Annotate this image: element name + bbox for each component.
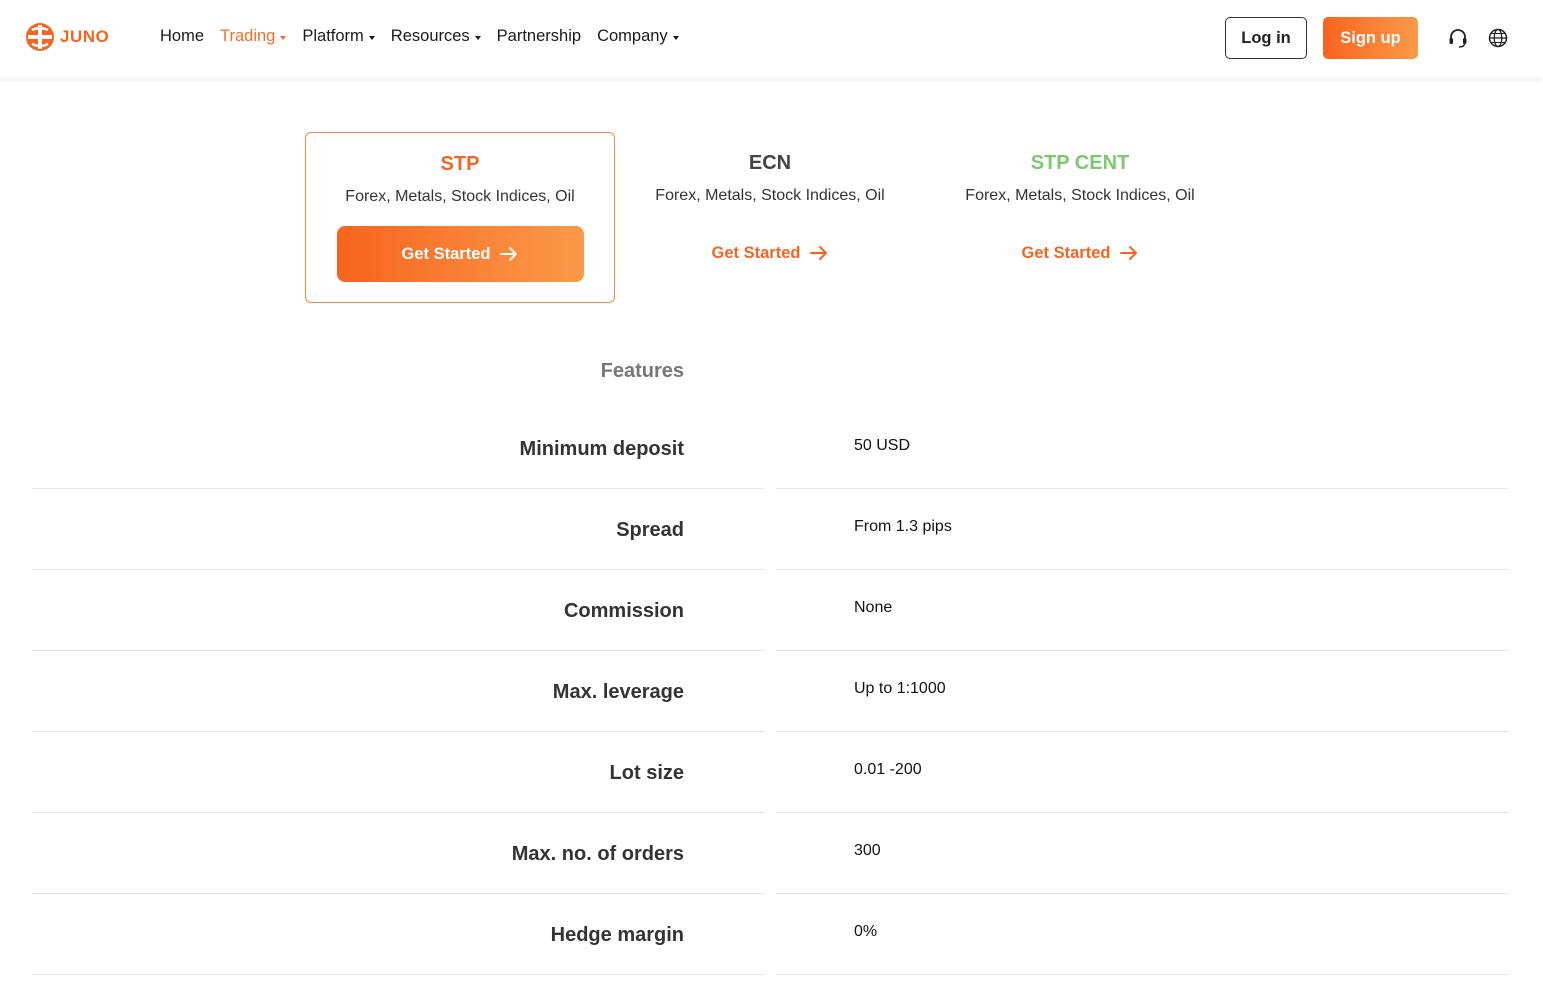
caret-down-icon — [368, 35, 375, 40]
nav-item-platform[interactable]: Platform — [302, 27, 375, 46]
account-card-ecn[interactable]: ECN Forex, Metals, Stock Indices, Oil Get … — [615, 132, 925, 303]
table-row: Hedge margin 0% — [32, 894, 1509, 975]
logo[interactable]: JUNO — [25, 22, 109, 52]
site-header: JUNO Home Trading Platform Resources Partner… — [0, 0, 1543, 78]
feature-label: Max. leverage — [552, 681, 684, 703]
juno-logo-icon — [26, 23, 54, 51]
get-started-button[interactable]: Get Started — [957, 225, 1204, 281]
account-title: ECN — [748, 152, 792, 174]
nav-item-label: Trading — [220, 27, 276, 45]
feature-value: 300 — [854, 842, 881, 859]
arrow-right-icon — [500, 247, 518, 261]
table-row: Max. no. of orders 300 — [32, 813, 1509, 894]
caret-down-icon — [474, 35, 481, 40]
account-card-stp-cent[interactable]: STP CENT Forex, Metals, Stock Indices, Oi… — [925, 132, 1235, 303]
signup-button[interactable]: Sign up — [1323, 17, 1418, 59]
get-started-label: Get Started — [1021, 243, 1111, 262]
table-row: Lot size 0.01 -200 — [32, 732, 1509, 813]
features-heading: Features — [600, 360, 684, 382]
arrow-right-icon — [810, 246, 828, 260]
nav-item-label: Partnership — [496, 27, 582, 45]
nav-item-trading[interactable]: Trading — [220, 27, 287, 46]
feature-value: 0.01 -200 — [854, 761, 922, 778]
table-row: Commission None — [32, 570, 1509, 651]
login-button[interactable]: Log in — [1225, 17, 1307, 59]
globe-icon[interactable] — [1487, 27, 1509, 49]
main-nav: Home Trading Platform Resources Partnership C… — [160, 27, 695, 46]
feature-value: From 1.3 pips — [854, 518, 952, 535]
caret-down-icon — [672, 35, 679, 40]
get-started-label: Get Started — [711, 243, 801, 262]
nav-item-label: Company — [597, 27, 668, 45]
row-divider — [32, 974, 765, 975]
row-divider — [776, 974, 1509, 975]
account-title: STP — [440, 153, 480, 175]
nav-item-resources[interactable]: Resources — [391, 27, 481, 46]
table-row: Spread From 1.3 pips — [32, 489, 1509, 570]
table-row: Minimum deposit 50 USD — [32, 408, 1509, 489]
account-card-stp[interactable]: STP Forex, Metals, Stock Indices, Oil Get … — [305, 132, 615, 303]
get-started-button[interactable]: Get Started — [647, 225, 894, 281]
nav-item-label: Resources — [390, 27, 470, 45]
feature-value: Up to 1:1000 — [854, 680, 946, 697]
headset-icon[interactable] — [1447, 27, 1469, 49]
table-row: Max. leverage Up to 1:1000 — [32, 651, 1509, 732]
get-started-button[interactable]: Get Started — [336, 226, 584, 282]
feature-label: Max. no. of orders — [511, 843, 684, 865]
get-started-label: Get Started — [401, 244, 491, 263]
nav-item-company[interactable]: Company — [597, 27, 679, 46]
caret-down-icon — [280, 35, 287, 40]
account-title: STP CENT — [1030, 152, 1130, 174]
feature-label: Hedge margin — [550, 924, 684, 946]
feature-value: 0% — [854, 923, 878, 940]
feature-label: Minimum deposit — [519, 438, 684, 460]
feature-label: Commission — [563, 600, 684, 622]
brand-name: JUNO — [60, 27, 110, 46]
feature-value: 50 USD — [854, 437, 911, 454]
arrow-right-icon — [1120, 246, 1138, 260]
account-instruments: Forex, Metals, Stock Indices, Oil — [345, 188, 575, 205]
nav-item-home[interactable]: Home — [160, 27, 204, 46]
feature-value: None — [854, 599, 893, 616]
account-instruments: Forex, Metals, Stock Indices, Oil — [965, 187, 1195, 204]
nav-item-partnership[interactable]: Partnership — [497, 27, 581, 46]
account-instruments: Forex, Metals, Stock Indices, Oil — [655, 187, 885, 204]
feature-label: Spread — [616, 519, 684, 541]
feature-label: Lot size — [609, 762, 684, 784]
nav-item-label: Home — [160, 27, 205, 45]
nav-item-label: Platform — [302, 27, 364, 45]
